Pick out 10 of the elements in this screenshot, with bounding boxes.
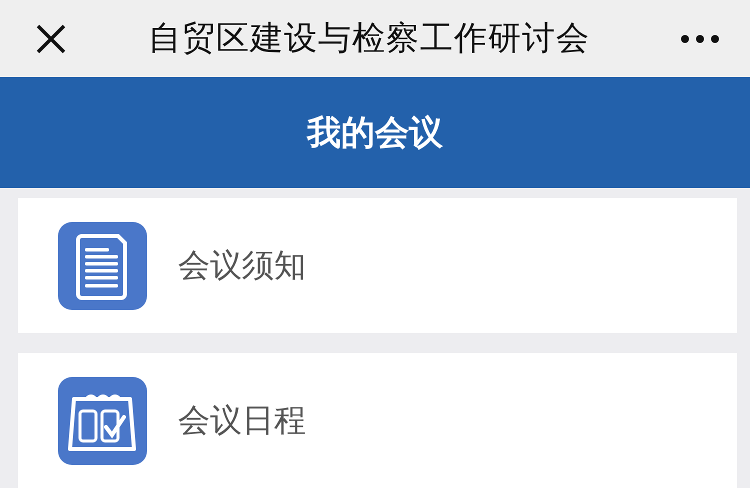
menu-label: 会议日程 bbox=[178, 400, 306, 440]
menu-label: 会议须知 bbox=[178, 244, 306, 286]
window-title: 自贸区建设与检察工作研讨会 bbox=[148, 17, 591, 59]
page-title: 我的会议 bbox=[307, 112, 443, 154]
calendar-icon bbox=[58, 376, 147, 464]
document-icon bbox=[58, 222, 147, 310]
close-icon bbox=[36, 24, 66, 54]
menu-item[interactable]: 会议日程 bbox=[18, 353, 737, 488]
more-icon bbox=[680, 34, 720, 44]
menu-item[interactable]: 会议须知 bbox=[18, 198, 737, 333]
